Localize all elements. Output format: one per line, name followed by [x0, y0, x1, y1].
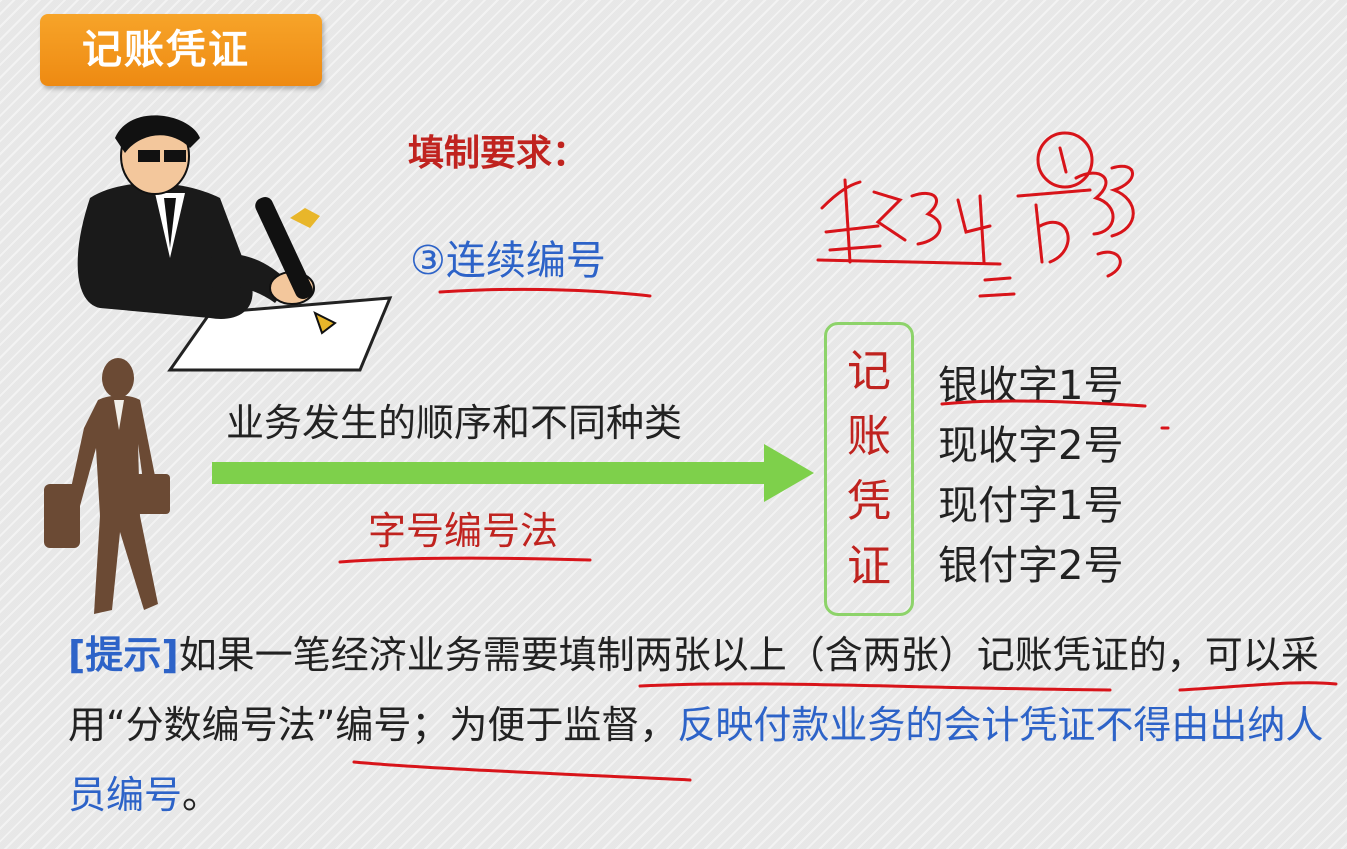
handwritten-annotations	[338, 131, 1338, 782]
